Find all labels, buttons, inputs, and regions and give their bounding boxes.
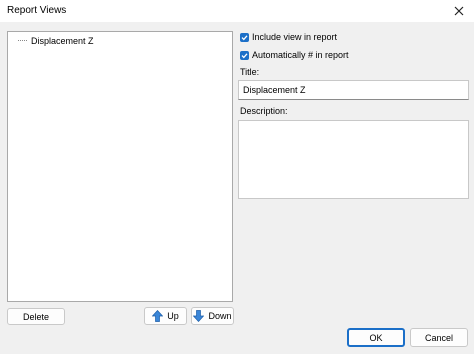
description-textarea[interactable] — [238, 120, 469, 199]
window-title: Report Views — [7, 5, 67, 16]
delete-label: Delete — [22, 311, 49, 322]
include-view-checkbox[interactable]: Include view in report — [240, 32, 337, 42]
up-label: Up — [167, 311, 179, 321]
close-icon — [454, 6, 464, 16]
tree-item-displacement-z[interactable]: Displacement Z — [29, 35, 96, 47]
ok-button[interactable]: OK — [347, 328, 405, 347]
checkbox-checked-icon — [240, 32, 249, 42]
cancel-label: Cancel — [424, 332, 453, 343]
down-button[interactable]: Down — [191, 307, 234, 325]
arrow-up-icon — [152, 310, 164, 322]
title-label: Title: — [240, 67, 260, 77]
auto-number-checkbox[interactable]: Automatically # in report — [240, 50, 349, 60]
down-label: Down — [208, 311, 232, 321]
up-button[interactable]: Up — [144, 307, 187, 325]
title-input[interactable]: Displacement Z — [238, 80, 469, 100]
delete-button[interactable]: Delete — [7, 308, 65, 325]
arrow-down-icon — [193, 310, 205, 322]
close-button[interactable] — [450, 2, 468, 20]
description-label: Description: — [240, 106, 288, 116]
ok-label: OK — [369, 332, 383, 343]
tree-connector — [18, 40, 27, 41]
include-view-label: Include view in report — [252, 32, 338, 42]
cancel-button[interactable]: Cancel — [410, 328, 468, 347]
title-bar: Report Views — [0, 0, 474, 22]
checkbox-checked-icon — [240, 50, 249, 60]
auto-number-label: Automatically # in report — [252, 50, 349, 60]
report-views-tree[interactable]: Displacement Z — [7, 31, 233, 302]
